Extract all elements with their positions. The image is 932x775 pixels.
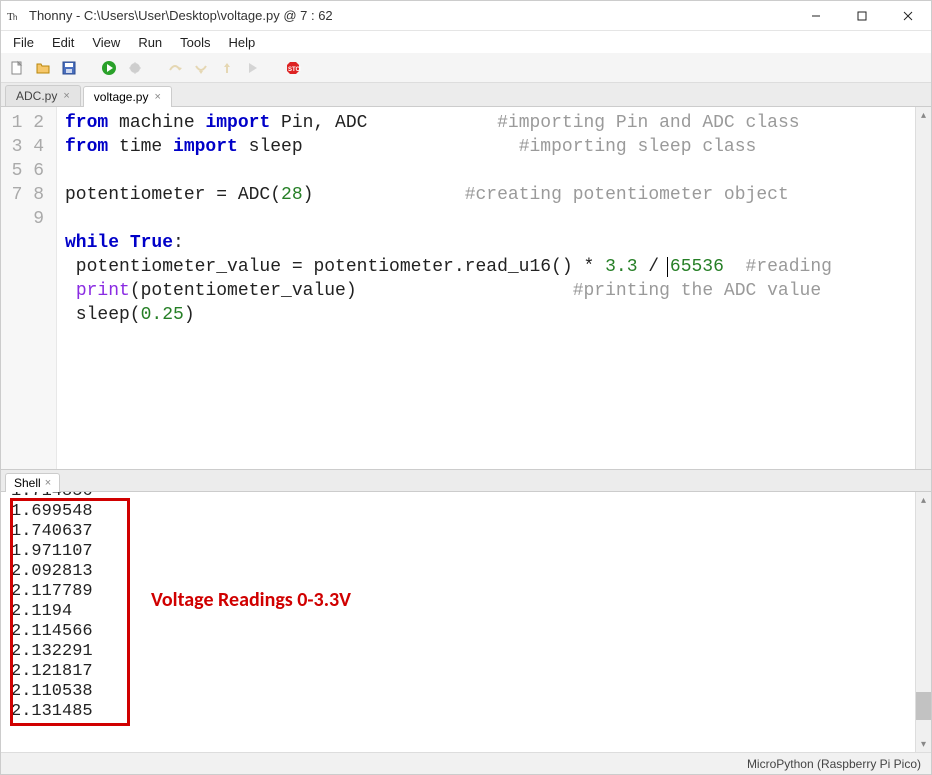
line-gutter: 1 2 3 4 5 6 7 8 9 — [1, 107, 57, 469]
shell-body: 1.714856 1.699548 1.740637 1.971107 2.09… — [1, 492, 931, 752]
shell-scrollbar[interactable]: ▴ ▾ — [915, 492, 931, 752]
window-controls — [793, 1, 931, 31]
code-area[interactable]: from machine import Pin, ADC #importing … — [57, 107, 915, 469]
new-file-icon[interactable] — [7, 58, 27, 78]
save-file-icon[interactable] — [59, 58, 79, 78]
shell-tabs: Shell × — [1, 470, 931, 492]
svg-text:STOP: STOP — [288, 67, 301, 73]
editor-tabs: ADC.py × voltage.py × — [1, 83, 931, 107]
menu-tools[interactable]: Tools — [172, 33, 218, 52]
toolbar: STOP — [1, 53, 931, 83]
open-file-icon[interactable] — [33, 58, 53, 78]
editor[interactable]: 1 2 3 4 5 6 7 8 9 from machine import Pi… — [1, 107, 931, 469]
step-over-icon[interactable] — [165, 58, 185, 78]
tab-voltage[interactable]: voltage.py × — [83, 86, 172, 107]
shell-tab-label: Shell — [14, 476, 41, 490]
close-icon[interactable]: × — [63, 90, 69, 102]
tab-adc[interactable]: ADC.py × — [5, 85, 81, 106]
close-button[interactable] — [885, 1, 931, 31]
interpreter-label[interactable]: MicroPython (Raspberry Pi Pico) — [747, 757, 921, 771]
step-into-icon[interactable] — [191, 58, 211, 78]
shell-tab[interactable]: Shell × — [5, 473, 60, 492]
minimize-button[interactable] — [793, 1, 839, 31]
statusbar: MicroPython (Raspberry Pi Pico) — [1, 752, 931, 774]
tab-label: ADC.py — [16, 89, 57, 103]
shell-output[interactable]: 1.714856 1.699548 1.740637 1.971107 2.09… — [1, 492, 915, 752]
scroll-thumb[interactable] — [916, 692, 931, 720]
menu-run[interactable]: Run — [130, 33, 170, 52]
editor-scrollbar[interactable]: ▴ — [915, 107, 931, 469]
menu-help[interactable]: Help — [221, 33, 264, 52]
step-out-icon[interactable] — [217, 58, 237, 78]
shell-panel: Shell × 1.714856 1.699548 1.740637 1.971… — [1, 469, 931, 752]
menu-edit[interactable]: Edit — [44, 33, 82, 52]
resume-icon[interactable] — [243, 58, 263, 78]
menubar: File Edit View Run Tools Help — [1, 31, 931, 53]
stop-icon[interactable]: STOP — [283, 58, 303, 78]
debug-icon[interactable] — [125, 58, 145, 78]
annotation-label: Voltage Readings 0-3.3V — [151, 588, 351, 612]
maximize-button[interactable] — [839, 1, 885, 31]
run-icon[interactable] — [99, 58, 119, 78]
svg-text:h: h — [13, 13, 17, 22]
menu-file[interactable]: File — [5, 33, 42, 52]
app-icon: Th — [7, 8, 23, 24]
titlebar: Th Thonny - C:\Users\User\Desktop\voltag… — [1, 1, 931, 31]
tab-label: voltage.py — [94, 90, 149, 104]
app-window: Th Thonny - C:\Users\User\Desktop\voltag… — [0, 0, 932, 775]
scroll-up-icon[interactable]: ▴ — [916, 107, 931, 123]
scroll-up-icon[interactable]: ▴ — [916, 492, 931, 508]
close-icon[interactable]: × — [154, 91, 160, 103]
close-icon[interactable]: × — [45, 477, 51, 489]
scroll-down-icon[interactable]: ▾ — [916, 736, 931, 752]
window-title: Thonny - C:\Users\User\Desktop\voltage.p… — [29, 8, 793, 23]
menu-view[interactable]: View — [84, 33, 128, 52]
